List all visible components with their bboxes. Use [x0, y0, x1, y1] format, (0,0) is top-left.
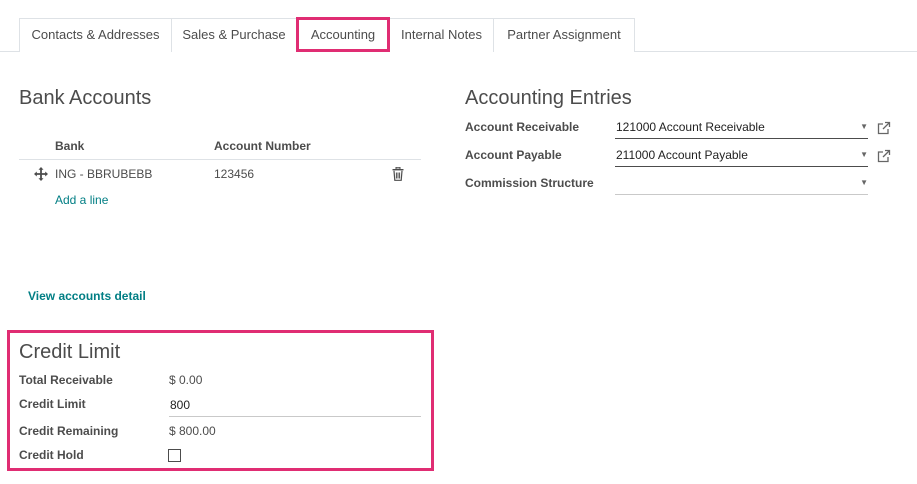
commission-structure-field[interactable]: ▼	[615, 173, 868, 195]
column-header-account-number[interactable]: Account Number	[214, 139, 311, 153]
bank-cell[interactable]: ING - BBRUBEBB	[55, 167, 152, 181]
credit-hold-label: Credit Hold	[19, 448, 84, 462]
account-number-cell[interactable]: 123456	[214, 167, 254, 181]
chevron-down-icon[interactable]: ▼	[860, 117, 868, 137]
credit-hold-checkbox[interactable]	[168, 449, 181, 462]
tab-contacts-addresses[interactable]: Contacts & Addresses	[19, 18, 172, 52]
credit-remaining-label: Credit Remaining	[19, 424, 119, 438]
account-payable-label: Account Payable	[465, 148, 562, 162]
tab-internal-notes[interactable]: Internal Notes	[389, 18, 494, 52]
account-payable-value: 211000 Account Payable	[616, 148, 748, 162]
commission-structure-label: Commission Structure	[465, 176, 594, 190]
external-link-icon[interactable]	[877, 149, 891, 163]
credit-limit-heading: Credit Limit	[19, 341, 121, 363]
trash-icon[interactable]	[392, 166, 404, 181]
drag-handle-icon[interactable]	[34, 167, 48, 181]
tab-sales-purchase[interactable]: Sales & Purchase	[171, 18, 297, 52]
account-payable-field[interactable]: 211000 Account Payable ▼	[615, 145, 868, 167]
external-link-icon[interactable]	[877, 121, 891, 135]
account-receivable-field[interactable]: 121000 Account Receivable ▼	[615, 117, 868, 139]
tab-accounting[interactable]: Accounting	[296, 17, 390, 52]
credit-remaining-value: $ 800.00	[169, 424, 216, 438]
view-accounts-detail-button[interactable]: View accounts detail	[28, 289, 146, 303]
add-a-line-link[interactable]: Add a line	[55, 193, 108, 207]
chevron-down-icon[interactable]: ▼	[860, 145, 868, 165]
total-receivable-label: Total Receivable	[19, 373, 113, 387]
accounting-entries-heading: Accounting Entries	[465, 87, 632, 109]
column-header-bank[interactable]: Bank	[55, 139, 84, 153]
notebook-tabs: Contacts & Addresses Sales & Purchase Ac…	[0, 0, 917, 52]
credit-limit-input[interactable]: 800	[169, 395, 421, 417]
credit-limit-value: 800	[170, 398, 191, 412]
tab-partner-assignment[interactable]: Partner Assignment	[493, 18, 635, 52]
credit-limit-label: Credit Limit	[19, 397, 86, 411]
bank-accounts-heading: Bank Accounts	[19, 87, 152, 109]
total-receivable-value: $ 0.00	[169, 373, 203, 387]
table-row[interactable]: ING - BBRUBEBB 123456	[19, 160, 421, 190]
chevron-down-icon[interactable]: ▼	[860, 173, 868, 193]
account-receivable-value: 121000 Account Receivable	[616, 120, 765, 134]
account-receivable-label: Account Receivable	[465, 120, 580, 134]
